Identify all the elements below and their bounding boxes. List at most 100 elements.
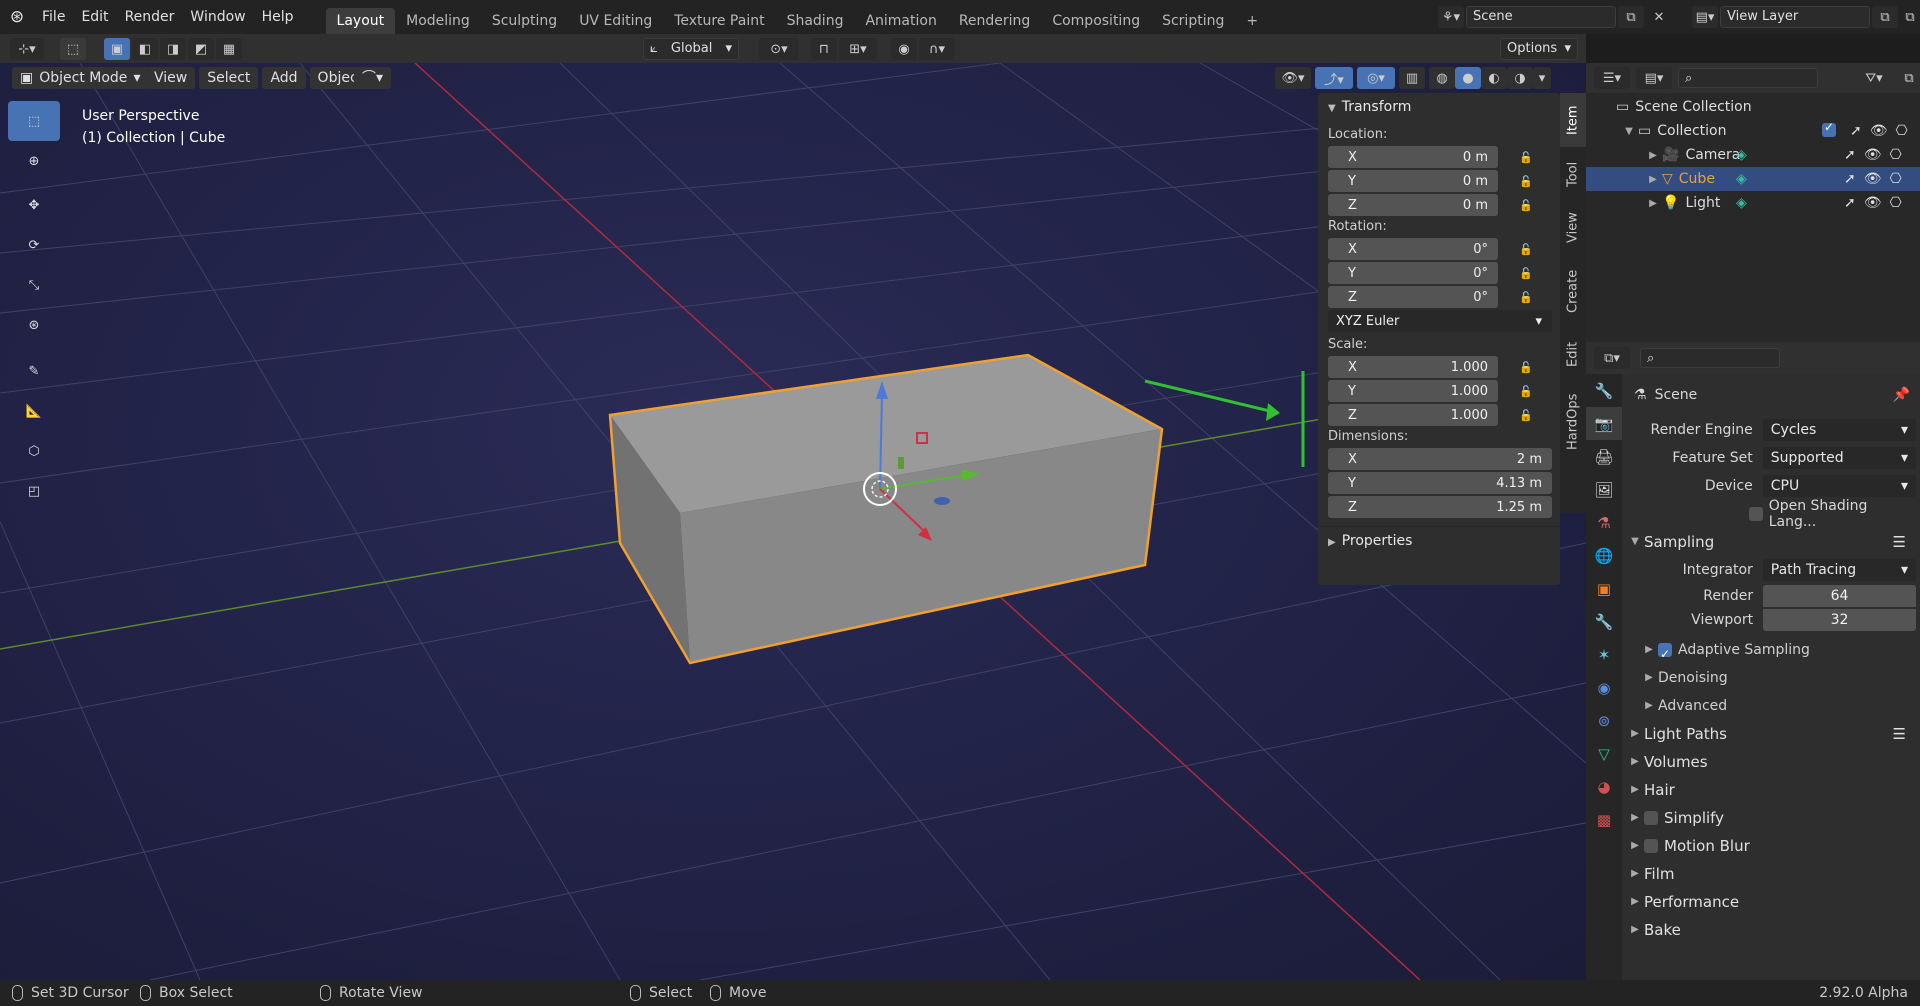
outliner-editor-icon[interactable]: ☰▾ [1594, 67, 1630, 89]
properties-panel-header[interactable]: ▶ Properties [1318, 527, 1560, 555]
new-view-layer-icon[interactable]: ⧉ [1872, 6, 1898, 28]
chevron-right-icon[interactable]: ▶ [1644, 150, 1662, 161]
viewport-menu-view[interactable]: View [146, 67, 196, 89]
modifier-properties-icon[interactable]: 🔧 [1586, 605, 1622, 638]
outliner-item-cube[interactable]: ▶ ▽ Cube ◈ ➚ 👁 ⎔ [1586, 167, 1920, 191]
tab-shading[interactable]: Shading [776, 8, 855, 34]
overlay-toggle-icon[interactable]: ◎▾ [1357, 67, 1395, 89]
adaptive-sampling-checkbox[interactable] [1658, 640, 1672, 668]
annotate-tool-icon[interactable]: ✎ [8, 351, 60, 391]
preset-list-icon[interactable]: ☰ [1893, 528, 1906, 556]
transform-panel-header[interactable]: ▼ Transform [1318, 93, 1560, 121]
lock-icon[interactable]: 🔓 [1516, 199, 1536, 212]
rotation-x-field[interactable]: X 0° [1328, 238, 1498, 260]
shading-options-icon[interactable]: ▾ [1533, 67, 1551, 89]
select-tool-icon[interactable]: ⬚ [60, 38, 86, 60]
lock-icon[interactable]: 🔓 [1516, 409, 1536, 422]
adaptive-sampling-subpanel[interactable]: ▶ Adaptive Sampling [1626, 636, 1916, 668]
n-tab-view[interactable]: View [1560, 201, 1586, 255]
outliner-collection[interactable]: ▼ ▭ Collection ➚ 👁 ⎔ [1586, 119, 1920, 143]
lock-icon[interactable]: 🔓 [1516, 385, 1536, 398]
rotation-z-field[interactable]: Z 0° [1328, 286, 1498, 308]
transform-orientation-dropdown[interactable]: ⟀ Global ▾ [643, 38, 739, 60]
sampling-panel-header[interactable]: ▼ Sampling ☰ [1626, 528, 1916, 556]
physics-properties-icon[interactable]: ◉ [1586, 671, 1622, 704]
snap-toggle-icon[interactable]: ⊓ [811, 38, 837, 60]
outliner-scene-collection[interactable]: ▭ Scene Collection [1586, 95, 1920, 119]
menu-file[interactable]: File [34, 5, 73, 29]
solid-shading-icon[interactable]: ● [1455, 67, 1481, 89]
menu-window[interactable]: Window [182, 5, 253, 29]
wireframe-shading-icon[interactable]: ◍ [1429, 67, 1455, 89]
menu-help[interactable]: Help [254, 5, 302, 29]
tab-layout[interactable]: Layout [325, 8, 396, 34]
n-tab-create[interactable]: Create [1560, 255, 1586, 327]
camera-render-icon[interactable]: ⎔ [1896, 123, 1908, 139]
visibility-icon[interactable]: 👁▾ [1275, 67, 1311, 89]
rendered-shading-icon[interactable]: ◑ [1507, 67, 1533, 89]
particles-properties-icon[interactable]: ✶ [1586, 638, 1622, 671]
gizmo-toggle-icon[interactable]: ⤴▾ [1315, 67, 1353, 89]
scale-z-field[interactable]: Z 1.000 [1328, 404, 1498, 426]
selectable-icon[interactable]: ➚ [1844, 147, 1856, 163]
eye-icon[interactable]: 👁 [1870, 123, 1888, 139]
hair-panel-header[interactable]: ▶ Hair [1626, 776, 1916, 804]
lock-icon[interactable]: 🔓 [1516, 291, 1536, 304]
eye-icon[interactable]: 👁 [1864, 195, 1882, 211]
chevron-right-icon[interactable]: ▶ [1644, 174, 1662, 185]
remove-view-layer-icon[interactable]: ⧉ [1900, 6, 1920, 28]
selectable-icon[interactable]: ➚ [1850, 123, 1862, 139]
data-properties-icon[interactable]: ▽ [1586, 737, 1622, 770]
render-engine-dropdown[interactable]: Cycles ▾ [1762, 419, 1916, 441]
selectable-icon[interactable]: ➚ [1844, 195, 1856, 211]
falloff-icon[interactable]: ∩▾ [919, 38, 955, 60]
n-tab-item[interactable]: Item [1560, 93, 1586, 147]
eye-icon[interactable]: 👁 [1864, 171, 1882, 187]
pivot-point-icon[interactable]: ⊙▾ [759, 38, 799, 60]
tab-compositing[interactable]: Compositing [1041, 8, 1151, 34]
select-subtract-icon[interactable]: ◨ [160, 38, 186, 60]
scale-tool-icon[interactable]: ⤡ [8, 265, 60, 305]
select-intersect-icon[interactable]: ▦ [216, 38, 242, 60]
snap-target-icon[interactable]: ⊞▾ [839, 38, 877, 60]
rotate-tool-icon[interactable]: ⟳ [8, 225, 60, 265]
osl-checkbox[interactable] [1749, 507, 1763, 521]
feature-set-dropdown[interactable]: Supported ▾ [1762, 447, 1916, 469]
new-scene-icon[interactable]: ⧉ [1618, 6, 1644, 28]
view-layer-field[interactable]: View Layer [1720, 6, 1870, 28]
location-z-field[interactable]: Z 0 m [1328, 194, 1498, 216]
simplify-panel-header[interactable]: ▶ Simplify [1626, 804, 1916, 832]
lock-icon[interactable]: 🔓 [1516, 267, 1536, 280]
object-data-icon[interactable]: ◈ [1736, 171, 1747, 187]
viewport-samples-field[interactable]: 32 [1763, 609, 1916, 631]
viewport-menu-select[interactable]: Select [199, 67, 259, 89]
bake-panel-header[interactable]: ▶ Bake [1626, 916, 1916, 944]
remove-scene-icon[interactable]: ✕ [1646, 6, 1672, 28]
scene-properties-icon[interactable]: ⚗ [1586, 506, 1622, 539]
properties-editor-icon[interactable]: ⧉▾ [1594, 347, 1630, 369]
hardops-tool-icon[interactable]: ◰ [8, 471, 60, 511]
add-workspace-icon[interactable]: + [1235, 8, 1269, 34]
denoising-subpanel[interactable]: ▶ Denoising [1626, 664, 1916, 692]
render-samples-field[interactable]: 64 [1763, 585, 1916, 607]
transform-affect-icon[interactable]: ⌒▾ [354, 67, 392, 89]
outliner-item-camera[interactable]: ▶ 🎥 Camera ◈ ➚ 👁 ⎔ [1586, 143, 1920, 167]
preset-list-icon[interactable]: ☰ [1893, 720, 1906, 748]
select-new-icon[interactable]: ▣ [104, 38, 130, 60]
options-dropdown[interactable]: Options ▾ [1500, 38, 1578, 60]
camera-render-icon[interactable]: ⎔ [1890, 147, 1902, 163]
exclude-checkbox[interactable] [1822, 120, 1836, 137]
n-tab-tool[interactable]: Tool [1560, 147, 1586, 201]
film-panel-header[interactable]: ▶ Film [1626, 860, 1916, 888]
view-layer-icon[interactable]: ▤▾ [1692, 6, 1718, 28]
chevron-right-icon[interactable]: ▶ [1644, 198, 1662, 209]
display-mode-icon[interactable]: ▤▾ [1636, 67, 1672, 89]
integrator-dropdown[interactable]: Path Tracing ▾ [1762, 559, 1916, 581]
tab-animation[interactable]: Animation [854, 8, 947, 34]
lock-icon[interactable]: 🔓 [1516, 243, 1536, 256]
dimension-z-field[interactable]: Z 1.25 m [1328, 496, 1552, 518]
move-tool-icon[interactable]: ✥ [8, 185, 60, 225]
lock-icon[interactable]: 🔓 [1516, 151, 1536, 164]
dimension-x-field[interactable]: X 2 m [1328, 448, 1552, 470]
constraint-properties-icon[interactable]: ⊚ [1586, 704, 1622, 737]
